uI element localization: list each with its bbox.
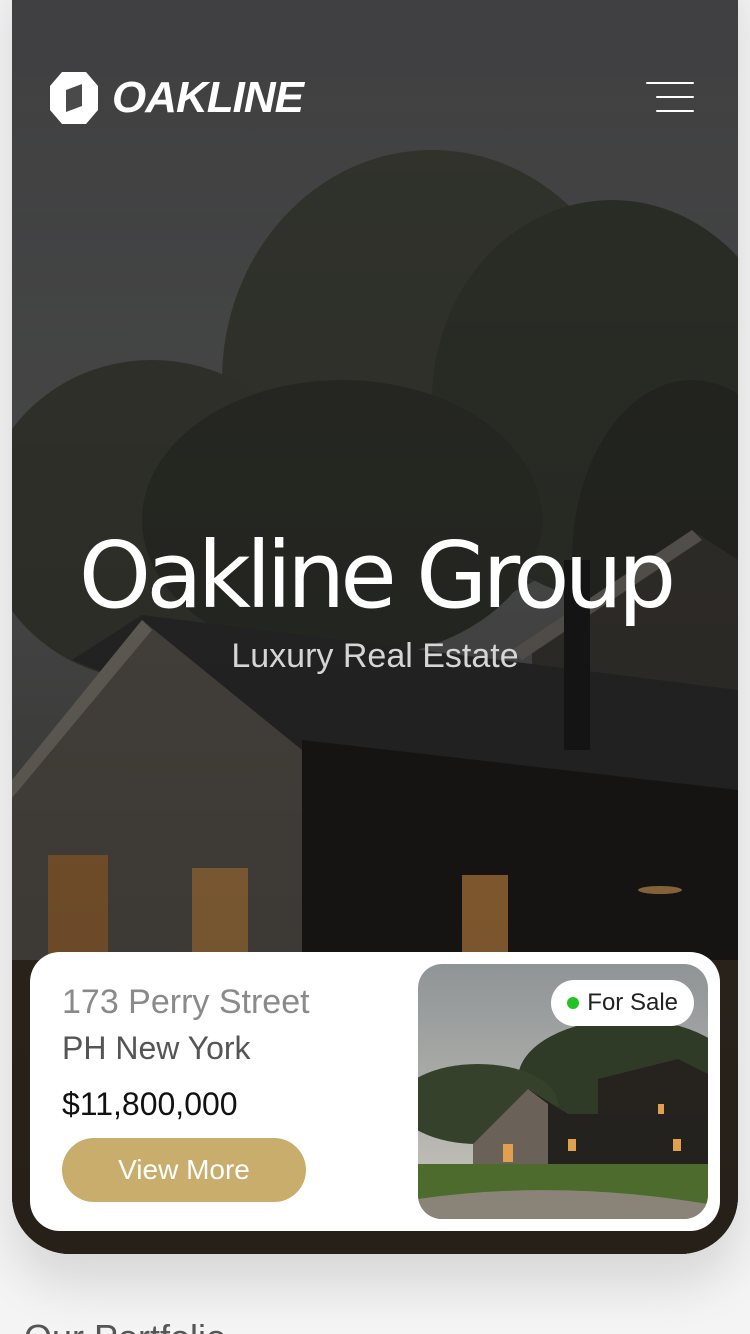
listing-card[interactable]: 173 Perry Street PH New York $11,800,000… bbox=[30, 952, 720, 1231]
menu-line bbox=[656, 96, 694, 98]
hero-title: Oakline Group bbox=[78, 522, 676, 629]
view-more-button[interactable]: View More bbox=[62, 1138, 306, 1202]
status-badge: For Sale bbox=[551, 980, 694, 1026]
menu-line bbox=[656, 110, 694, 112]
hamburger-menu-icon[interactable] bbox=[642, 78, 698, 118]
listing-thumbnail[interactable]: For Sale bbox=[418, 964, 708, 1219]
status-dot-icon bbox=[567, 997, 580, 1009]
hero-subtitle: Luxury Real Estate bbox=[231, 637, 519, 675]
portfolio-section-title: Our Portfolio bbox=[24, 1318, 226, 1334]
oakline-hexagon-logo-icon bbox=[50, 72, 98, 124]
brand-logo[interactable]: OAKLINE bbox=[48, 70, 304, 126]
status-label: For Sale bbox=[587, 989, 678, 1016]
listing-price: $11,800,000 bbox=[62, 1086, 238, 1122]
menu-line bbox=[646, 82, 694, 84]
listing-address-line1: 173 Perry Street bbox=[62, 983, 310, 1021]
brand-name: OAKLINE bbox=[112, 73, 304, 122]
listing-address-line2: PH New York bbox=[62, 1030, 251, 1066]
